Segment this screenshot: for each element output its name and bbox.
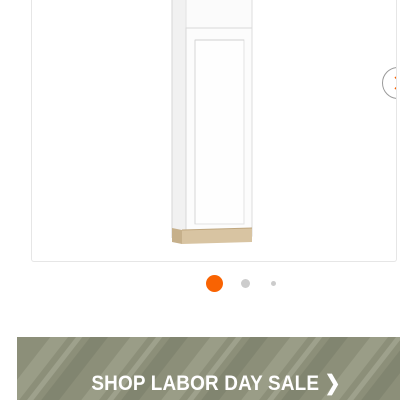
carousel-dot[interactable] — [271, 281, 276, 286]
product-page: SHOP LABOR DAY SALE ❯ — [0, 0, 400, 400]
labor-day-sale-banner[interactable]: SHOP LABOR DAY SALE ❯ — [17, 337, 400, 400]
product-image-white-pantry-cabinet[interactable] — [32, 0, 396, 261]
carousel-dot-active[interactable] — [206, 275, 223, 292]
banner-label: SHOP LABOR DAY SALE ❯ — [91, 372, 341, 395]
carousel-dot[interactable] — [241, 279, 250, 288]
carousel-pagination — [0, 274, 400, 294]
chevron-right-icon — [394, 76, 396, 90]
product-image-carousel — [31, 0, 397, 262]
